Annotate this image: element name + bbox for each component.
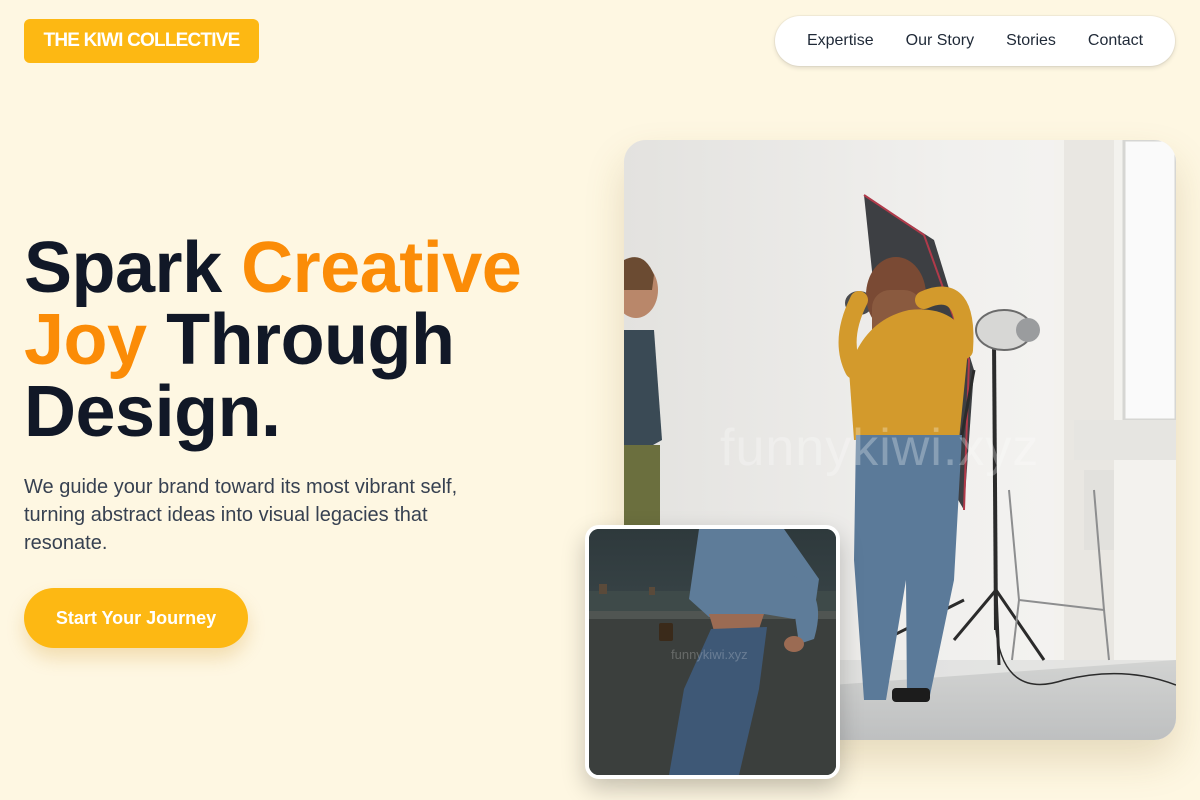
nav-item-contact[interactable]: Contact [1088, 32, 1143, 50]
hero-title-word-spark: Spark [24, 228, 242, 308]
nav-item-our-story[interactable]: Our Story [906, 32, 974, 50]
brand-logo[interactable]: THE KIWI COLLECTIVE [24, 19, 259, 63]
nav-item-expertise[interactable]: Expertise [807, 32, 874, 50]
photo-denim-scene [589, 529, 836, 775]
hero-title-word-design: Design. [24, 372, 281, 452]
nav-item-stories[interactable]: Stories [1006, 32, 1056, 50]
top-nav: Expertise Our Story Stories Contact [775, 16, 1175, 66]
hero-title-word-through: Through [146, 300, 455, 380]
hero-title: Spark Creative Joy Through Design. [24, 232, 584, 448]
hero-secondary-photo: funnykiwi.xyz [585, 525, 840, 779]
start-journey-button[interactable]: Start Your Journey [24, 588, 248, 648]
hero-title-accent-creative: Creative [241, 228, 522, 308]
hero-subtitle: We guide your brand toward its most vibr… [24, 476, 458, 554]
hero-title-accent-joy: Joy [24, 300, 147, 380]
